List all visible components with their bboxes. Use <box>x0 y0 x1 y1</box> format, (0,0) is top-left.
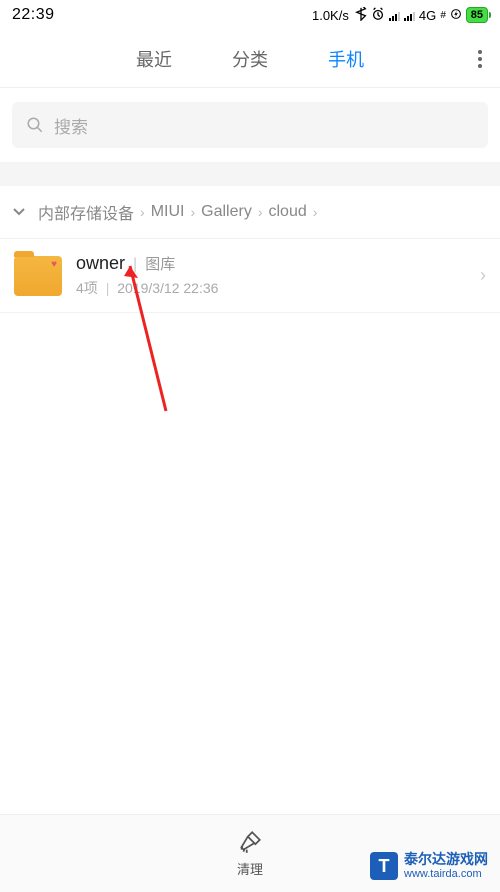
status-time: 22:39 <box>12 6 55 24</box>
search-placeholder: 搜索 <box>54 113 88 138</box>
separator: | <box>106 280 110 296</box>
top-tabs: 最近 分类 手机 <box>0 30 500 88</box>
watermark-name: 泰尔达游戏网 <box>404 852 488 867</box>
watermark: T 泰尔达游戏网 www.tairda.com <box>370 852 488 880</box>
folder-info: owner | 图库 4项 | 2019/3/12 22:36 <box>76 253 466 298</box>
tab-category[interactable]: 分类 <box>232 46 268 72</box>
battery-indicator: 85 <box>466 7 488 23</box>
breadcrumb-item-cloud[interactable]: cloud <box>269 203 307 221</box>
folder-icon: ♥ <box>14 256 62 296</box>
folder-tag: 图库 <box>145 253 175 274</box>
broom-icon <box>237 829 263 855</box>
folder-date: 2019/3/12 22:36 <box>117 280 218 296</box>
status-bar: 22:39 1.0K/s 4G # 85 <box>0 0 500 30</box>
network-speed: 1.0K/s <box>312 8 349 23</box>
network-type: 4G <box>419 8 436 23</box>
chevron-right-icon: › <box>190 204 195 220</box>
breadcrumb: 内部存储设备 › MIUI › Gallery › cloud › <box>0 186 500 239</box>
tab-phone[interactable]: 手机 <box>328 46 364 72</box>
clean-button[interactable]: 清理 <box>237 829 263 878</box>
breadcrumb-item-miui[interactable]: MIUI <box>151 203 185 221</box>
chevron-down-icon[interactable] <box>12 203 26 221</box>
chevron-right-icon: › <box>313 204 318 220</box>
folder-name: owner <box>76 253 125 274</box>
bluetooth-icon <box>355 7 367 24</box>
alarm-icon <box>371 7 385 24</box>
watermark-logo: T <box>370 852 398 880</box>
status-indicators: 1.0K/s 4G # 85 <box>312 7 488 24</box>
separator: | <box>133 256 137 274</box>
folder-row[interactable]: ♥ owner | 图库 4项 | 2019/3/12 22:36 › <box>0 239 500 313</box>
tab-recent[interactable]: 最近 <box>136 46 172 72</box>
watermark-url: www.tairda.com <box>404 868 488 880</box>
chevron-right-icon: › <box>140 204 145 220</box>
signal-icon-1 <box>389 9 400 21</box>
signal-icon-2 <box>404 9 415 21</box>
search-input[interactable]: 搜索 <box>12 102 488 148</box>
breadcrumb-item-root[interactable]: 内部存储设备 <box>38 200 134 224</box>
heart-icon: ♥ <box>51 259 57 270</box>
chevron-right-icon: › <box>480 265 486 286</box>
search-icon <box>26 116 44 134</box>
search-container: 搜索 <box>0 88 500 162</box>
clean-label: 清理 <box>237 859 263 878</box>
folder-count: 4项 <box>76 280 98 296</box>
hd-icon: # <box>440 10 446 21</box>
chevron-right-icon: › <box>258 204 263 220</box>
charging-icon <box>450 7 462 24</box>
more-menu-icon[interactable] <box>478 50 482 68</box>
breadcrumb-item-gallery[interactable]: Gallery <box>201 203 252 221</box>
section-spacer <box>0 162 500 186</box>
